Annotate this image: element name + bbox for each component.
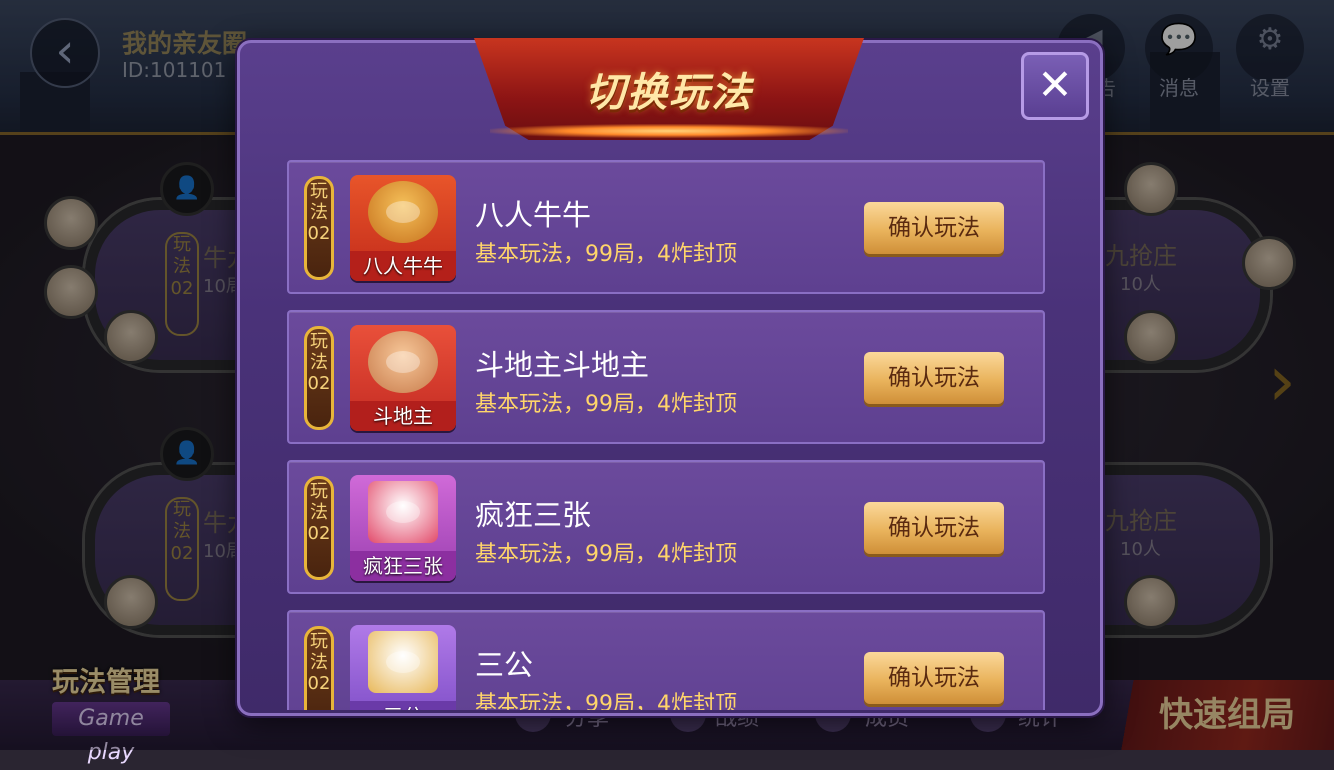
mode-badge: 玩法02 — [304, 626, 334, 710]
confirm-mode-button[interactable]: 确认玩法 — [864, 352, 1004, 404]
confirm-mode-button[interactable]: 确认玩法 — [864, 202, 1004, 254]
icon-caption: 斗地主 — [350, 401, 456, 431]
mode-badge: 玩法02 — [304, 476, 334, 580]
doudizhu-game-icon: 斗地主 — [350, 325, 456, 431]
confirm-mode-button[interactable]: 确认玩法 — [864, 652, 1004, 704]
close-icon[interactable]: ✕ — [1021, 52, 1089, 120]
list-item: 玩法02 三公 三公 基本玩法，99局，4炸封顶 确认玩法 — [287, 610, 1045, 710]
title-banner-glow — [490, 124, 848, 138]
landlord-icon — [368, 331, 438, 393]
bull-icon — [368, 181, 438, 243]
list-item: 玩法02 疯狂三张 疯狂三张 基本玩法，99局，4炸封顶 确认玩法 — [287, 460, 1045, 594]
niuniu-game-icon: 八人牛牛 — [350, 175, 456, 281]
game-description: 基本玩法，99局，4炸封顶 — [475, 692, 737, 710]
icon-caption: 三公 — [350, 701, 456, 710]
sangong-game-icon: 三公 — [350, 625, 456, 710]
modal-title: 切换玩法 — [585, 70, 753, 116]
icon-caption: 八人牛牛 — [350, 251, 456, 281]
game-description: 基本玩法，99局，4炸封顶 — [475, 542, 737, 567]
mode-badge: 玩法02 — [304, 176, 334, 280]
game-name: 疯狂三张 — [475, 498, 592, 532]
cards-chips-icon — [368, 631, 438, 693]
mode-badge: 玩法02 — [304, 326, 334, 430]
zhajinhua-game-icon: 疯狂三张 — [350, 475, 456, 581]
game-description: 基本玩法，99局，4炸封顶 — [475, 392, 737, 417]
list-item: 玩法02 斗地主 斗地主斗地主 基本玩法，99局，4炸封顶 确认玩法 — [287, 310, 1045, 444]
playing-cards-icon — [368, 481, 438, 543]
game-description: 基本玩法，99局，4炸封顶 — [475, 242, 737, 267]
game-name: 斗地主斗地主 — [475, 348, 650, 382]
game-name: 八人牛牛 — [475, 198, 592, 232]
icon-caption: 疯狂三张 — [350, 551, 456, 581]
list-item: 玩法02 八人牛牛 八人牛牛 基本玩法，99局，4炸封顶 确认玩法 — [287, 160, 1045, 294]
game-mode-list[interactable]: 玩法02 八人牛牛 八人牛牛 基本玩法，99局，4炸封顶 确认玩法 玩法02 斗… — [287, 160, 1047, 710]
game-name: 三公 — [475, 648, 534, 682]
confirm-mode-button[interactable]: 确认玩法 — [864, 502, 1004, 554]
